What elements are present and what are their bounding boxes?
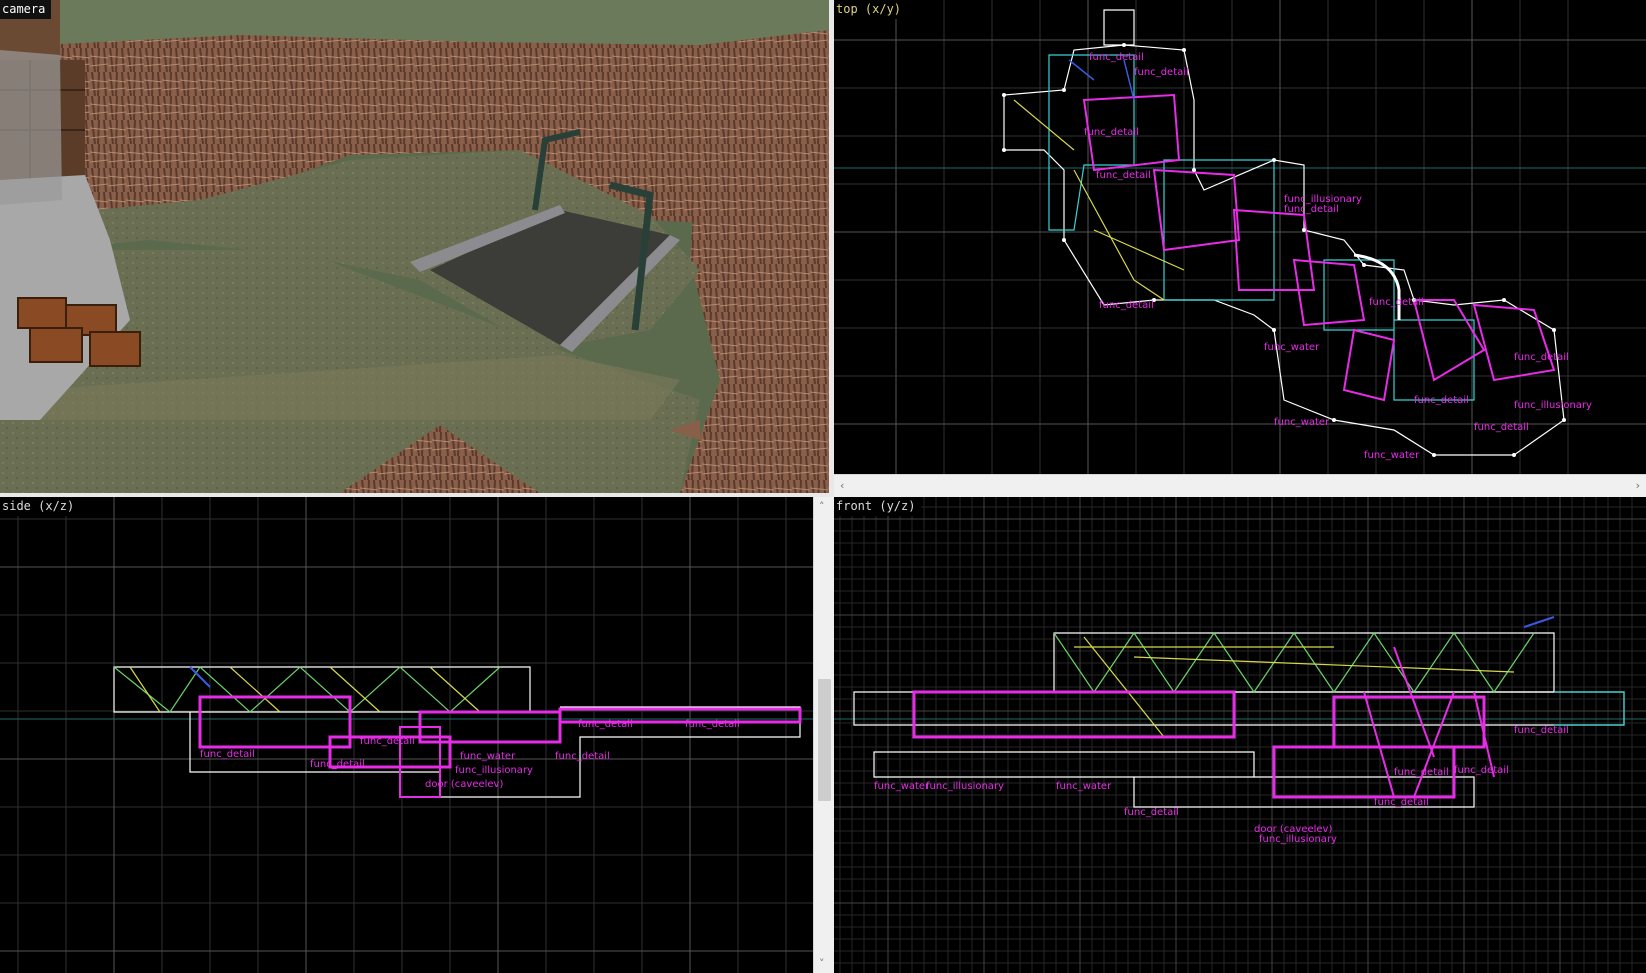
top-entity-label: func_water — [1364, 450, 1420, 461]
front-entity-label: func_detail — [1514, 725, 1569, 736]
front-viewport[interactable]: func_water func_illusionary func_water f… — [834, 497, 1646, 973]
camera-scene — [0, 0, 829, 493]
top-entity-label: func_detail — [1284, 204, 1339, 215]
top-entity-label: func_detail — [1089, 52, 1144, 63]
top-viewport-label: top (x/y) — [834, 0, 908, 19]
front-viewport-label: front (y/z) — [834, 497, 922, 516]
side-viewport-label: side (x/z) — [0, 497, 81, 516]
front-entity-label: func_detail — [1454, 765, 1509, 776]
top-entity-label: func_detail — [1084, 127, 1139, 138]
camera-viewport[interactable]: camera — [0, 0, 829, 493]
scroll-left-icon[interactable]: ‹ — [840, 480, 844, 491]
side-viewport[interactable]: func_detail func_detail func_detail func… — [0, 497, 813, 973]
scroll-up-icon[interactable]: ˄ — [819, 501, 825, 512]
front-entity-label: func_illusionary — [1259, 834, 1337, 845]
top-viewport[interactable]: func_detail func_detail func_detail func… — [834, 0, 1646, 474]
side-grid: func_detail func_detail func_detail func… — [0, 497, 813, 973]
scroll-down-icon[interactable]: ˅ — [819, 958, 825, 969]
scrollbar-thumb[interactable] — [818, 679, 831, 801]
side-entity-label: func_illusionary — [455, 765, 533, 776]
top-entity-label: func_illusionary — [1514, 400, 1592, 411]
side-entity-label: func_detail — [578, 719, 633, 730]
side-entity-label: func_detail — [200, 749, 255, 760]
side-entity-label: func_detail — [685, 719, 740, 730]
front-grid: func_water func_illusionary func_water f… — [834, 497, 1646, 973]
top-entity-label: func_detail — [1369, 297, 1424, 308]
front-entity-label: func_water — [1056, 781, 1112, 792]
front-entity-label: func_detail — [1374, 797, 1429, 808]
top-entity-label: func_detail — [1474, 422, 1529, 433]
front-entity-label: func_illusionary — [926, 781, 1004, 792]
top-entity-label: func_detail — [1134, 67, 1189, 78]
side-entity-label: func_detail — [360, 736, 415, 747]
front-entity-label: func_water — [874, 781, 930, 792]
top-entity-label: func_water — [1274, 417, 1330, 428]
top-grid: func_detail func_detail func_detail func… — [834, 0, 1646, 474]
side-entity-label: func_detail — [310, 759, 365, 770]
side-entity-label: door (caveelev) — [425, 779, 503, 790]
top-entity-label: func_detail — [1514, 352, 1569, 363]
front-entity-label: func_detail — [1394, 767, 1449, 778]
front-entity-label: func_detail — [1124, 807, 1179, 818]
scroll-right-icon[interactable]: › — [1636, 480, 1640, 491]
camera-viewport-label: camera — [0, 0, 52, 19]
top-horizontal-scrollbar[interactable]: ‹ › — [834, 474, 1646, 498]
side-entity-label: func_detail — [555, 751, 610, 762]
side-vertical-scrollbar[interactable]: ˄ ˅ — [813, 497, 835, 973]
top-entity-label: func_detail — [1099, 300, 1154, 311]
side-entity-label: func_water — [460, 751, 516, 762]
top-entity-label: func_water — [1264, 342, 1320, 353]
top-entity-label: func_detail — [1414, 395, 1469, 406]
viewport-divider[interactable] — [829, 0, 834, 497]
top-entity-label: func_detail — [1096, 170, 1151, 181]
